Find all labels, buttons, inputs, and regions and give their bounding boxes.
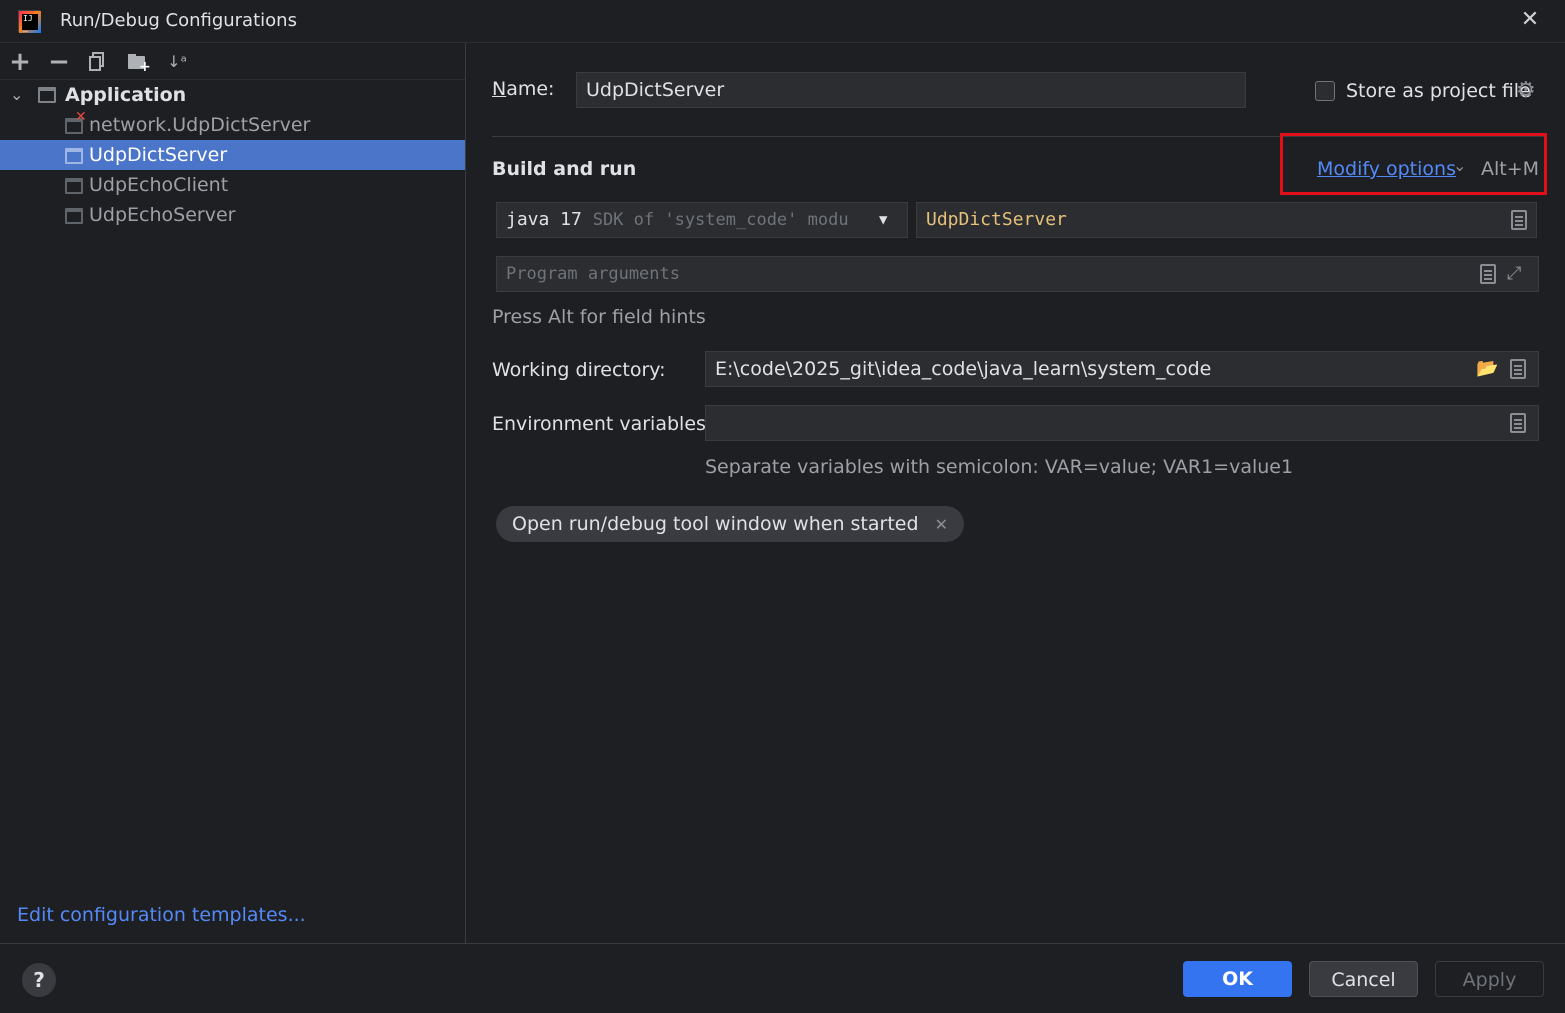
program-arguments-placeholder: Program arguments — [506, 264, 680, 284]
tree-group-application[interactable]: ⌄ Application — [0, 80, 465, 110]
main-class-field[interactable]: UdpDictServer — [916, 202, 1537, 238]
application-icon — [65, 148, 83, 164]
gear-icon[interactable]: ⚙ — [1516, 78, 1536, 103]
working-dir-field[interactable]: E:\code\2025_git\idea_code\java_learn\sy… — [705, 351, 1539, 387]
add-icon[interactable]: + — [8, 49, 32, 75]
help-button[interactable]: ? — [22, 963, 56, 997]
remove-tag-icon[interactable]: ✕ — [935, 515, 948, 534]
alt-hint: Press Alt for field hints — [492, 306, 706, 328]
application-icon — [65, 178, 83, 194]
tree-item-udpechoclient[interactable]: UdpEchoClient — [0, 170, 465, 200]
tree-item-label: network.UdpDictServer — [89, 114, 311, 136]
chevron-down-icon[interactable]: ⌄ — [1453, 156, 1466, 175]
env-vars-field[interactable] — [705, 405, 1539, 441]
macro-icon[interactable] — [1510, 359, 1526, 379]
error-icon: ✕ — [75, 109, 87, 125]
tag-label: Open run/debug tool window when started — [512, 513, 919, 535]
edit-templates-link[interactable]: Edit configuration templates... — [17, 904, 306, 926]
tree-item-udpdictserver[interactable]: UdpDictServer — [0, 140, 465, 170]
expand-icon[interactable]: ⤢ — [1507, 257, 1521, 291]
ok-button[interactable]: OK — [1183, 961, 1292, 997]
program-arguments-field[interactable]: Program arguments ⤢ — [496, 256, 1539, 292]
sdk-detail: SDK of 'system_code' modu — [592, 210, 849, 230]
modify-options-link[interactable]: Modify options — [1317, 158, 1456, 180]
browse-icon[interactable] — [1511, 210, 1527, 230]
folder-icon[interactable]: 📂 — [1476, 352, 1498, 386]
open-tool-window-tag[interactable]: Open run/debug tool window when started … — [496, 506, 964, 542]
working-dir-label: Working directory: — [492, 359, 666, 381]
intellij-logo-icon: IJ _ — [18, 10, 41, 33]
application-icon — [38, 87, 56, 103]
cancel-button[interactable]: Cancel — [1309, 961, 1418, 997]
tree-item-label: UdpDictServer — [89, 144, 228, 166]
env-vars-hint: Separate variables with semicolon: VAR=v… — [705, 456, 1294, 478]
env-vars-label: Environment variables: — [492, 413, 713, 435]
copy-icon[interactable] — [86, 50, 110, 74]
close-icon[interactable]: ✕ — [1516, 6, 1544, 34]
working-dir-value: E:\code\2025_git\idea_code\java_learn\sy… — [715, 358, 1212, 380]
apply-button[interactable]: Apply — [1435, 961, 1544, 997]
modify-shortcut: Alt+M — [1481, 158, 1540, 180]
tree-item-label: UdpEchoClient — [89, 174, 229, 196]
application-icon — [65, 208, 83, 224]
name-field[interactable]: UdpDictServer — [576, 72, 1246, 108]
section-title: Build and run — [492, 158, 637, 180]
store-as-project-label[interactable]: Store as project file — [1346, 80, 1531, 102]
tree-item-network-udpdictserver[interactable]: ✕ network.UdpDictServer — [0, 109, 465, 140]
store-as-project-checkbox[interactable] — [1315, 81, 1335, 101]
main-class-value: UdpDictServer — [926, 209, 1067, 230]
edit-env-icon[interactable] — [1510, 413, 1526, 433]
sort-icon[interactable]: ↓ᵃ — [165, 50, 189, 74]
name-label: Name: — [492, 78, 555, 100]
sdk-select[interactable]: java 17 SDK of 'system_code' modu ▼ — [496, 202, 908, 238]
macro-icon[interactable] — [1480, 264, 1496, 284]
tree-item-udpechoserver[interactable]: UdpEchoServer — [0, 200, 465, 230]
tree-item-label: UdpEchoServer — [89, 204, 236, 226]
remove-icon[interactable]: − — [47, 49, 71, 75]
name-label-rest: ame: — [506, 78, 555, 100]
new-folder-icon[interactable]: + — [126, 50, 151, 74]
sdk-main: java 17 — [506, 209, 582, 230]
window-title: Run/Debug Configurations — [60, 10, 297, 31]
chevron-down-icon[interactable]: ⌄ — [10, 80, 23, 110]
footer-divider — [0, 943, 1565, 944]
dropdown-arrow-icon[interactable]: ▼ — [879, 203, 887, 237]
